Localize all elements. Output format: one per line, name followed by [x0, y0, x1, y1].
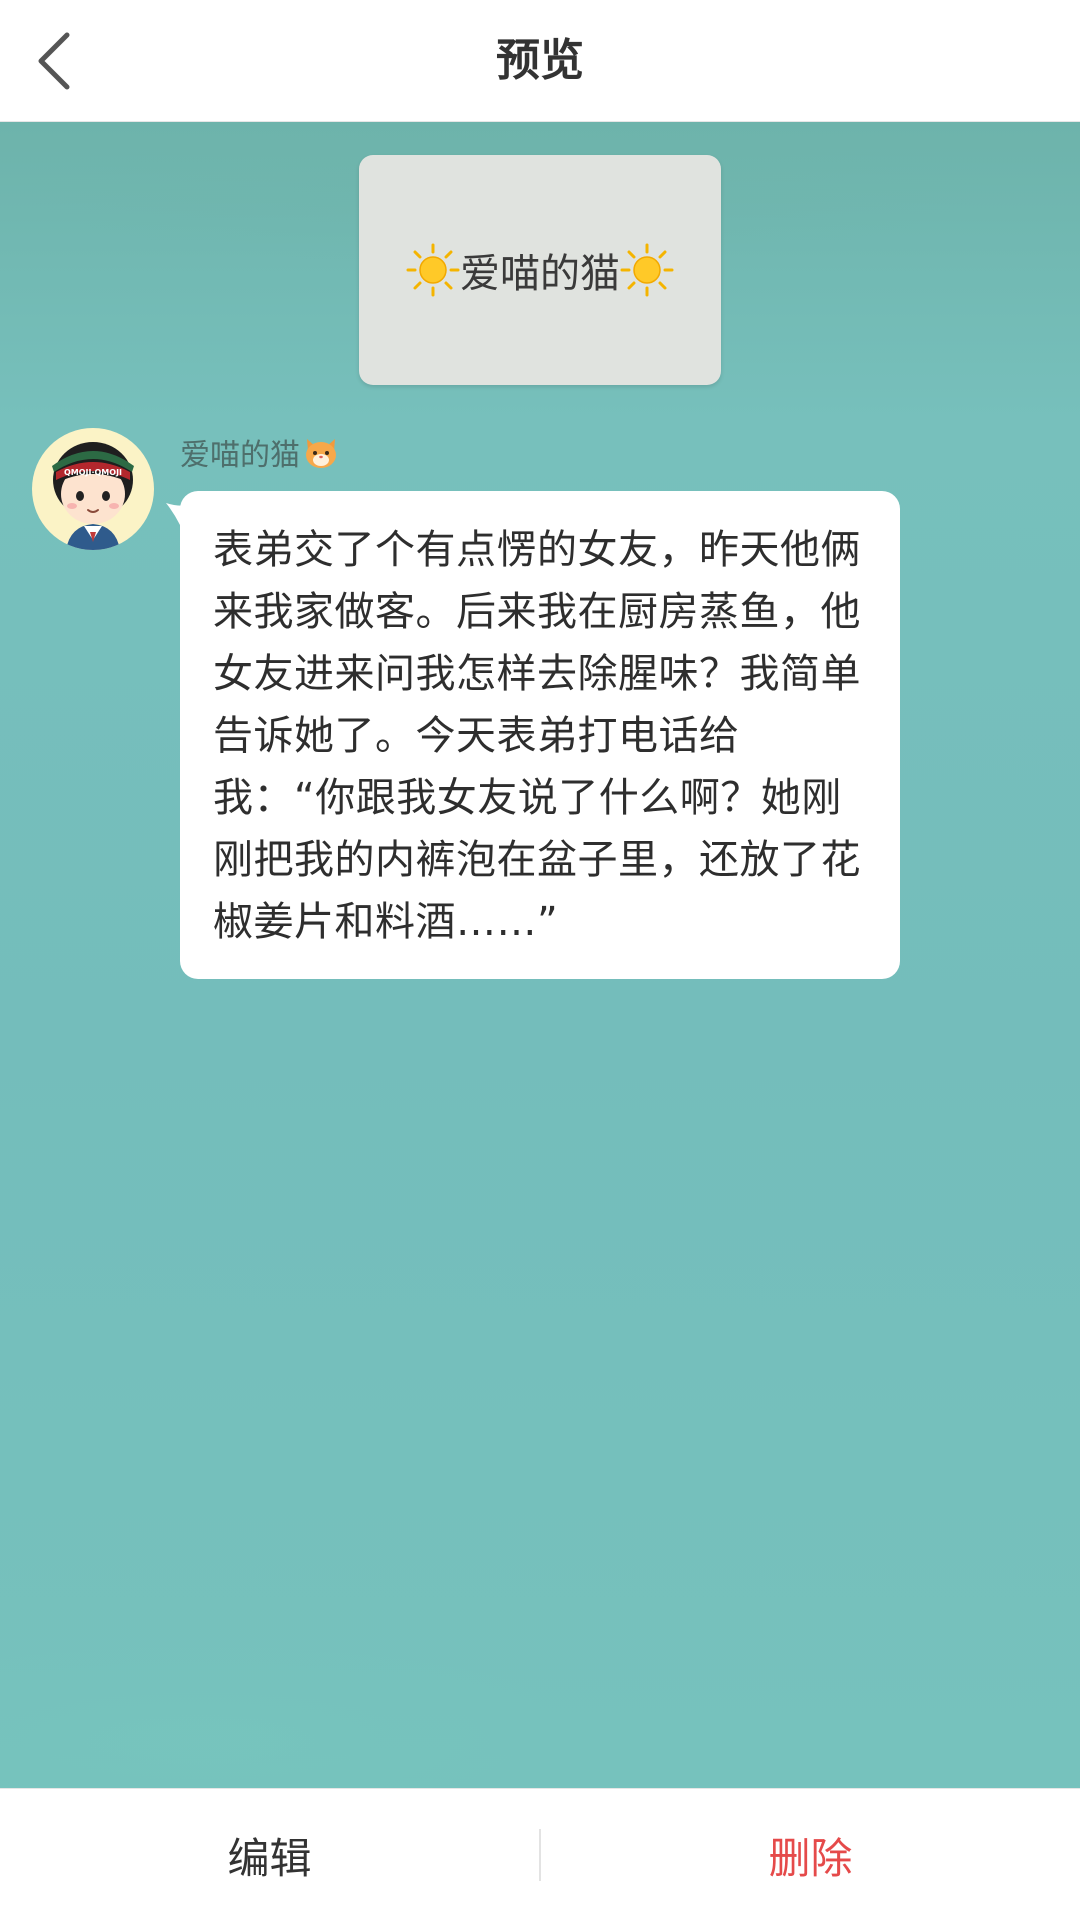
delete-button[interactable]: 删除	[541, 1789, 1080, 1920]
preview-area: 爱喵的猫 QMOJI·QMOJI 爱喵的猫 表弟交了个有点愣的女友，昨天他俩来我…	[0, 122, 1080, 1788]
name-card-label: 爱喵的猫	[460, 251, 620, 297]
message-bubble: 表弟交了个有点愣的女友，昨天他俩来我家做客。后来我在厨房蒸鱼，他女友进来问我怎样…	[180, 491, 900, 979]
top-bar: 预览	[0, 0, 1080, 122]
page-title: 预览	[496, 35, 584, 86]
sun-icon	[406, 243, 460, 297]
bottom-action-bar: 编辑 删除	[0, 1788, 1080, 1920]
message-text: 表弟交了个有点愣的女友，昨天他俩来我家做客。后来我在厨房蒸鱼，他女友进来问我怎样…	[213, 527, 861, 945]
cartoon-avatar-icon: QMOJI·QMOJI	[52, 442, 134, 550]
sender-name-label: 爱喵的猫	[180, 438, 300, 473]
edit-button[interactable]: 编辑	[0, 1789, 539, 1920]
sun-icon	[620, 243, 674, 297]
name-card: 爱喵的猫	[359, 155, 721, 385]
svg-text:QMOJI·QMOJI: QMOJI·QMOJI	[64, 468, 122, 477]
avatar[interactable]: QMOJI·QMOJI	[32, 428, 154, 550]
sender-name: 爱喵的猫	[180, 430, 340, 474]
cat-face-icon	[306, 439, 336, 468]
